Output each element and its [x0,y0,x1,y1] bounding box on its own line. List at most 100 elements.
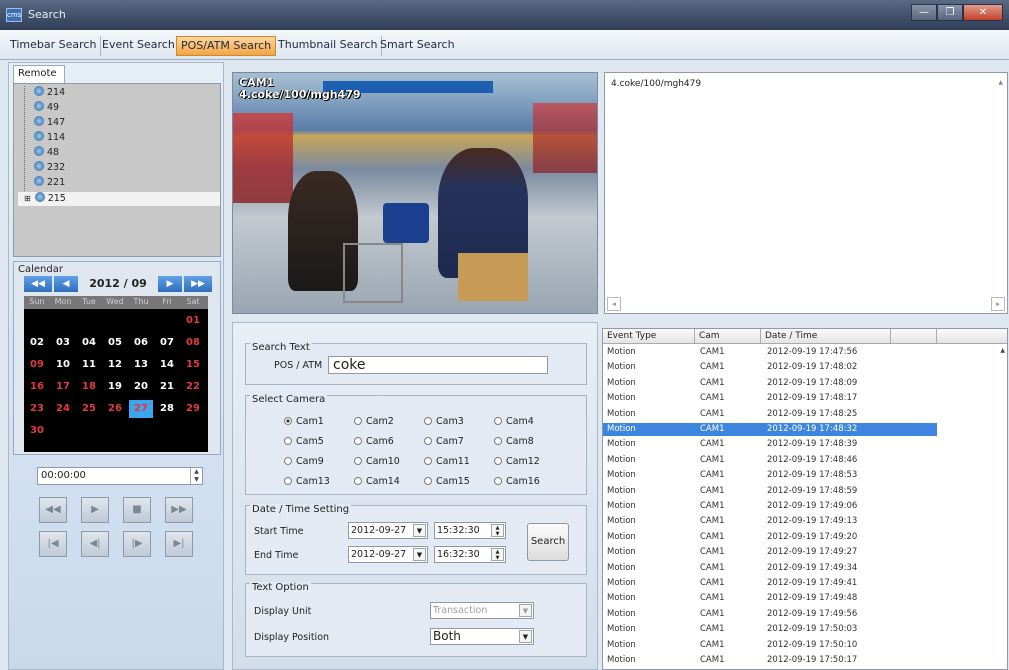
display-position-select[interactable]: Both ▼ [430,628,534,645]
camera-radio-cam16[interactable]: Cam16 [494,476,540,487]
calendar-day[interactable]: 05 [103,334,127,352]
radio-icon[interactable] [354,457,362,465]
event-list[interactable]: Event Type Cam Date / Time Motion CAM1 201… [602,328,1008,670]
scroll-up-icon[interactable]: ▲ [1000,347,1005,354]
step-back-button[interactable]: ◀| [81,531,109,557]
search-button[interactable]: Search [527,523,569,561]
radio-icon[interactable] [284,417,292,425]
tree-item[interactable]: 221 [34,176,65,190]
table-row[interactable]: Motion CAM1 2012-09-19 17:49:48 [603,592,937,605]
tree-item-selected[interactable]: ⊞ 215 [18,192,220,206]
calendar-day[interactable]: 06 [129,334,153,352]
spinner-icon[interactable]: ▲ ▼ [491,524,504,537]
go-last-button[interactable]: ▶| [165,531,193,557]
radio-icon[interactable] [424,437,432,445]
camera-radio-cam13[interactable]: Cam13 [284,476,330,487]
calendar-day[interactable]: 24 [51,400,75,418]
playback-time-input[interactable]: 00:00:00 ▲ ▼ [37,467,203,485]
close-button[interactable]: ✕ [963,4,1003,21]
display-unit-select[interactable]: Transaction ▼ [430,602,534,619]
calendar-day[interactable]: 20 [129,378,153,396]
calendar-day[interactable]: 02 [25,334,49,352]
camera-radio-cam10[interactable]: Cam10 [354,456,400,467]
end-date-picker[interactable]: 2012-09-27 ▼ [348,546,428,563]
camera-radio-cam3[interactable]: Cam3 [424,416,464,427]
calendar-day[interactable]: 17 [51,378,75,396]
table-row[interactable]: Motion CAM1 2012-09-19 17:48:53 [603,469,937,482]
table-row[interactable]: Motion CAM1 2012-09-19 17:50:03 [603,623,937,636]
calendar-day[interactable]: 01 [181,312,205,330]
fast-forward-button[interactable]: ▶▶ [165,497,193,523]
radio-icon[interactable] [354,437,362,445]
radio-icon[interactable] [354,477,362,485]
chevron-down-icon[interactable]: ▼ [519,604,532,617]
camera-radio-cam9[interactable]: Cam9 [284,456,324,467]
calendar-day[interactable]: 03 [51,334,75,352]
tree-item[interactable]: 48 [34,146,59,160]
table-row[interactable]: Motion CAM1 2012-09-19 17:49:06 [603,500,937,513]
fast-rewind-button[interactable]: ◀◀ [39,497,67,523]
radio-icon[interactable] [494,437,502,445]
tab-event-search[interactable]: Event Search [98,36,180,56]
calendar-day[interactable]: 08 [181,334,205,352]
camera-radio-cam7[interactable]: Cam7 [424,436,464,447]
radio-icon[interactable] [424,457,432,465]
radio-icon[interactable] [354,417,362,425]
calendar-day[interactable]: 11 [77,356,101,374]
camera-radio-cam15[interactable]: Cam15 [424,476,470,487]
scroll-left-icon[interactable]: ◂ [607,297,621,311]
chevron-down-icon[interactable]: ▼ [413,524,426,537]
table-row[interactable]: Motion CAM1 2012-09-19 17:49:20 [603,531,937,544]
calendar-day[interactable]: 16 [25,378,49,396]
tree-item[interactable]: 232 [34,161,65,175]
end-time-stepper[interactable]: 16:32:30 ▲ ▼ [434,546,506,563]
table-row[interactable]: Motion CAM1 2012-09-19 17:48:32 [603,423,937,436]
calendar-day[interactable]: 21 [155,378,179,396]
pos-text-panel[interactable]: 4.coke/100/mgh479 ◂ ▸ ▲ [604,72,1008,314]
chevron-down-icon[interactable]: ▼ [519,630,532,643]
calendar-day[interactable]: 12 [103,356,127,374]
table-row[interactable]: Motion CAM1 2012-09-19 17:49:41 [603,577,937,590]
radio-icon[interactable] [494,477,502,485]
tree-item[interactable]: 214 [34,86,65,100]
table-row[interactable]: Motion CAM1 2012-09-19 17:48:59 [603,485,937,498]
calendar-day[interactable]: 23 [25,400,49,418]
expand-icon[interactable]: ⊞ [24,194,31,203]
table-row[interactable]: Motion CAM1 2012-09-19 17:49:56 [603,608,937,621]
calendar-day[interactable]: 26 [103,400,127,418]
camera-radio-cam4[interactable]: Cam4 [494,416,534,427]
calendar-day-today[interactable]: 27 [129,400,153,418]
tab-smart-search[interactable]: Smart Search [376,36,459,56]
step-forward-button[interactable]: |▶ [123,531,151,557]
table-row[interactable]: Motion CAM1 2012-09-19 17:47:56 [603,346,937,359]
calendar-day[interactable]: 13 [129,356,153,374]
table-row[interactable]: Motion CAM1 2012-09-19 17:48:09 [603,377,937,390]
calendar-day[interactable]: 29 [181,400,205,418]
camera-radio-cam5[interactable]: Cam5 [284,436,324,447]
tab-remote[interactable]: Remote [13,65,65,83]
table-row[interactable]: Motion CAM1 2012-09-19 17:50:10 [603,639,937,652]
tab-timebar-search[interactable]: Timebar Search [6,36,102,56]
prev-year-button[interactable]: ◀◀ [24,276,52,292]
calendar-day[interactable]: 18 [77,378,101,396]
prev-month-button[interactable]: ◀ [54,276,78,292]
table-row[interactable]: Motion CAM1 2012-09-19 17:50:17 [603,654,937,667]
table-row[interactable]: Motion CAM1 2012-09-19 17:48:25 [603,408,937,421]
spinner-icon[interactable]: ▲ ▼ [491,548,504,561]
start-date-picker[interactable]: 2012-09-27 ▼ [348,522,428,539]
camera-radio-cam1[interactable]: Cam1 [284,416,324,427]
next-month-button[interactable]: ▶ [158,276,182,292]
chevron-down-icon[interactable]: ▼ [413,548,426,561]
calendar-day[interactable]: 04 [77,334,101,352]
play-button[interactable]: ▶ [81,497,109,523]
column-date-time[interactable]: Date / Time [761,329,891,344]
calendar-day[interactable]: 25 [77,400,101,418]
scroll-up-icon[interactable]: ▲ [998,79,1003,86]
column-event-type[interactable]: Event Type [603,329,695,344]
table-row[interactable]: Motion CAM1 2012-09-19 17:48:46 [603,454,937,467]
video-view[interactable]: CAM1 4.coke/100/mgh479 [232,72,598,314]
table-row[interactable]: Motion CAM1 2012-09-19 17:48:39 [603,438,937,451]
radio-icon[interactable] [424,477,432,485]
table-row[interactable]: Motion CAM1 2012-09-19 17:48:17 [603,392,937,405]
calendar-day[interactable]: 22 [181,378,205,396]
